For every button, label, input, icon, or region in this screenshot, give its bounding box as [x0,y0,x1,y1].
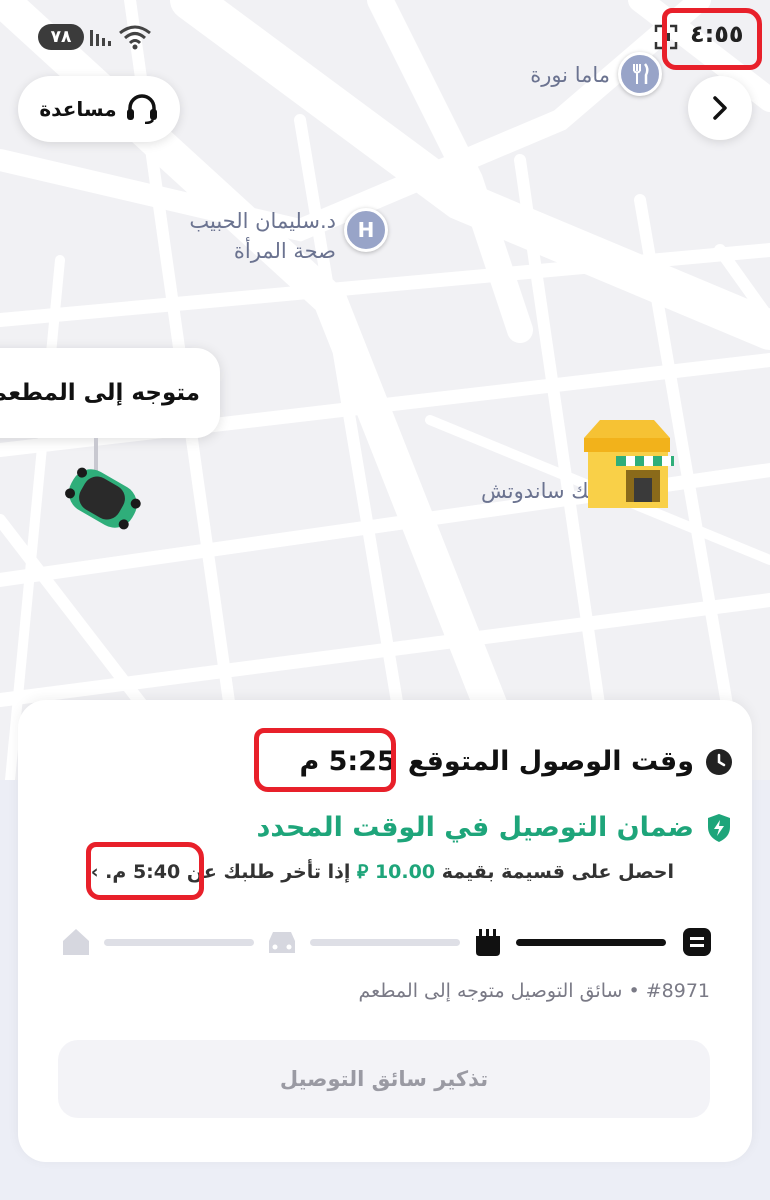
car-step-icon [269,932,295,953]
progress-segment-2 [310,939,460,946]
car-icon[interactable] [60,436,146,536]
battery-indicator: ٧٨ [38,24,84,50]
fork-knife-icon [633,63,649,84]
forward-button[interactable] [688,76,752,140]
credit-amount: 10.00 [374,861,436,883]
remind-driver-button[interactable]: تذكير سائق التوصيل [58,1040,710,1118]
guarantee-row: ضمان التوصيل في الوقت المحدد [256,812,732,843]
progress-segment-1 [104,939,254,946]
home-icon [63,929,89,955]
order-step-icon [683,928,711,956]
bullet-separator: • [622,980,640,1002]
order-status-text: سائق التوصيل متوجه إلى المطعم [358,980,623,1002]
delivery-progress [56,922,716,962]
map-view[interactable]: ٧٨ ٤:٥٥ مساعدة ماما نورة د.سليمان الحبيب… [0,0,770,780]
hospital-icon: H [357,218,375,242]
shield-bolt-icon [708,813,730,842]
credit-middle: إذا تأخر طلبك عن [186,861,351,883]
order-status-line: #8971 • سائق التوصيل متوجه إلى المطعم [359,980,710,1002]
order-number: #8971 [645,980,710,1002]
guarantee-label: ضمان التوصيل في الوقت المحدد [256,812,694,843]
shop-icon[interactable] [578,416,678,512]
annotation-mark-eta [254,728,396,792]
eta-label: وقت الوصول المتوقع [407,746,694,777]
restaurant-step-icon [476,929,500,956]
chevron-right-icon [713,96,727,120]
progress-segment-3 [516,939,666,946]
annotation-mark-credit-time [86,842,204,900]
driver-status-bubble: متوجه إلى المطعم [0,348,220,438]
poi-restaurant-label[interactable]: ماما نورة [498,60,610,90]
headset-icon [126,94,157,124]
annotation-mark-clock [662,8,762,70]
clock-icon [706,748,732,775]
poi-hospital-subtitle: صحة المرأة [233,239,336,263]
driver-status-text: متوجه إلى المطعم [0,380,200,406]
poi-hospital-name: د.سليمان الحبيب [189,209,336,233]
currency-icon: ⃁ [357,861,369,883]
help-label: مساعدة [39,97,117,121]
restaurant-pin[interactable] [618,52,662,96]
hospital-pin[interactable]: H [344,208,388,252]
wifi-icon [119,25,151,50]
credit-prefix: احصل على قسيمة بقيمة [441,861,674,883]
poi-hospital-label[interactable]: د.سليمان الحبيب صحة المرأة [150,206,336,266]
help-button[interactable]: مساعدة [18,76,180,142]
signal-icon [90,30,111,46]
